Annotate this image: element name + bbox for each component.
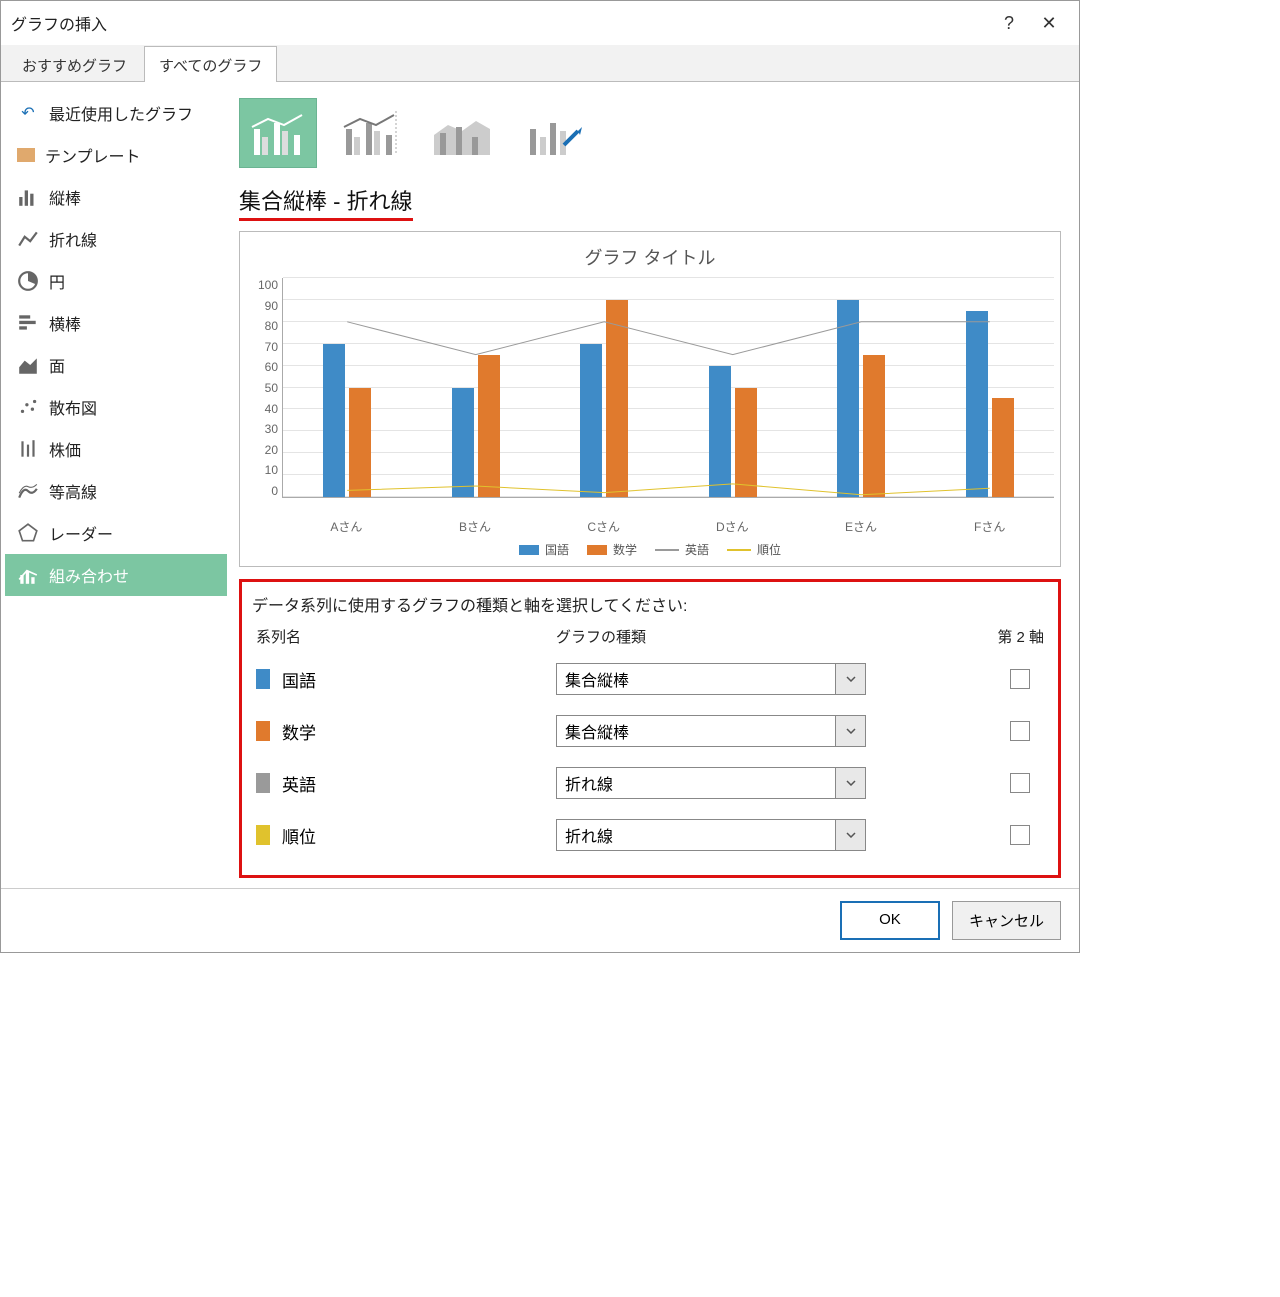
series-name: 国語 bbox=[282, 667, 316, 692]
chevron-down-icon[interactable] bbox=[835, 820, 865, 850]
sidebar-item-label: 縦棒 bbox=[49, 185, 81, 209]
sidebar-item-label: 組み合わせ bbox=[49, 563, 129, 587]
axis2-checkbox[interactable] bbox=[1010, 773, 1030, 793]
series-row: 数学 bbox=[252, 705, 1048, 757]
series-instruction: データ系列に使用するグラフの種類と軸を選択してください: bbox=[252, 590, 1048, 624]
axis2-checkbox[interactable] bbox=[1010, 669, 1030, 689]
subtype-stacked-area-column[interactable] bbox=[423, 98, 501, 168]
surface-chart-icon bbox=[17, 481, 39, 501]
series-color-swatch bbox=[256, 825, 270, 845]
sidebar-item-label: 円 bbox=[49, 269, 65, 293]
chart-type-select[interactable] bbox=[556, 819, 866, 851]
insert-chart-dialog: グラフの挿入 ? ✕ おすすめグラフ すべてのグラフ ↶ 最近使用したグラフ テ… bbox=[0, 0, 1080, 953]
sidebar-item-stock[interactable]: 株価 bbox=[5, 428, 227, 470]
sidebar-item-area[interactable]: 面 bbox=[5, 344, 227, 386]
sidebar-item-label: 面 bbox=[49, 353, 65, 377]
chart-title: グラフ タイトル bbox=[246, 240, 1054, 278]
legend: 国語数学英語順位 bbox=[246, 535, 1054, 560]
radar-chart-icon bbox=[17, 523, 39, 543]
hbar-chart-icon bbox=[17, 313, 39, 333]
sidebar-item-recent[interactable]: ↶ 最近使用したグラフ bbox=[5, 92, 227, 134]
chart-type-select[interactable] bbox=[556, 663, 866, 695]
series-name: 数学 bbox=[282, 719, 316, 744]
titlebar: グラフの挿入 ? ✕ bbox=[1, 1, 1079, 45]
sidebar-item-combo[interactable]: 組み合わせ bbox=[5, 554, 227, 596]
sidebar-item-label: テンプレート bbox=[45, 143, 141, 167]
cancel-button[interactable]: キャンセル bbox=[952, 901, 1061, 940]
chart-type-select[interactable] bbox=[556, 767, 866, 799]
sidebar-item-templates[interactable]: テンプレート bbox=[5, 134, 227, 176]
dialog-title: グラフの挿入 bbox=[11, 11, 107, 35]
sidebar-item-label: 折れ線 bbox=[49, 227, 97, 251]
dialog-footer: OK キャンセル bbox=[1, 888, 1079, 952]
tab-recommended[interactable]: おすすめグラフ bbox=[7, 46, 142, 82]
sidebar-item-label: 最近使用したグラフ bbox=[49, 101, 193, 125]
subtype-clustered-line-axis2[interactable] bbox=[331, 98, 409, 168]
series-color-swatch bbox=[256, 721, 270, 741]
chevron-down-icon[interactable] bbox=[835, 716, 865, 746]
series-config-panel: データ系列に使用するグラフの種類と軸を選択してください: 系列名 グラフの種類 … bbox=[239, 579, 1061, 878]
sidebar-item-label: 株価 bbox=[49, 437, 81, 461]
combo-chart-icon bbox=[17, 565, 39, 585]
series-row: 順位 bbox=[252, 809, 1048, 861]
stock-chart-icon bbox=[17, 439, 39, 459]
series-row: 英語 bbox=[252, 757, 1048, 809]
chart-category-list: ↶ 最近使用したグラフ テンプレート 縦棒 折れ線 円 横棒 bbox=[1, 82, 231, 888]
axis2-checkbox[interactable] bbox=[1010, 825, 1030, 845]
series-row: 国語 bbox=[252, 653, 1048, 705]
y-axis: 1009080706050403020100 bbox=[246, 278, 282, 518]
chart-type-value[interactable] bbox=[557, 716, 835, 746]
sidebar-item-label: 等高線 bbox=[49, 479, 97, 503]
chart-preview[interactable]: グラフ タイトル 1009080706050403020100 AさんBさんCさ… bbox=[239, 231, 1061, 567]
sidebar-item-scatter[interactable]: 散布図 bbox=[5, 386, 227, 428]
sidebar-item-pie[interactable]: 円 bbox=[5, 260, 227, 302]
subtype-title: 集合縦棒 - 折れ線 bbox=[239, 178, 413, 221]
tab-bar: おすすめグラフ すべてのグラフ bbox=[1, 45, 1079, 82]
scatter-chart-icon bbox=[17, 397, 39, 417]
chevron-down-icon[interactable] bbox=[835, 768, 865, 798]
ok-button[interactable]: OK bbox=[840, 901, 940, 940]
area-chart-icon bbox=[17, 355, 39, 375]
col-series-name: 系列名 bbox=[256, 626, 556, 647]
sidebar-item-surface[interactable]: 等高線 bbox=[5, 470, 227, 512]
pie-chart-icon bbox=[17, 271, 39, 291]
sidebar-item-bar[interactable]: 横棒 bbox=[5, 302, 227, 344]
x-axis: AさんBさんCさんDさんEさんFさん bbox=[246, 518, 1054, 535]
help-button[interactable]: ? bbox=[989, 9, 1029, 37]
subtype-clustered-line[interactable] bbox=[239, 98, 317, 168]
series-color-swatch bbox=[256, 773, 270, 793]
col-chart-type: グラフの種類 bbox=[556, 626, 964, 647]
folder-icon bbox=[17, 148, 35, 162]
sidebar-item-label: レーダー bbox=[49, 521, 113, 545]
col-axis2: 第 2 軸 bbox=[964, 626, 1044, 647]
sidebar-item-column[interactable]: 縦棒 bbox=[5, 176, 227, 218]
subtype-custom[interactable] bbox=[515, 98, 593, 168]
chart-type-value[interactable] bbox=[557, 768, 835, 798]
undo-icon: ↶ bbox=[17, 103, 39, 123]
sidebar-item-label: 散布図 bbox=[49, 395, 97, 419]
tab-all[interactable]: すべてのグラフ bbox=[144, 46, 277, 82]
sidebar-item-label: 横棒 bbox=[49, 311, 81, 335]
series-color-swatch bbox=[256, 669, 270, 689]
series-name: 順位 bbox=[282, 823, 316, 848]
chevron-down-icon[interactable] bbox=[835, 664, 865, 694]
bar-chart-icon bbox=[17, 187, 39, 207]
chart-type-value[interactable] bbox=[557, 820, 835, 850]
sidebar-item-line[interactable]: 折れ線 bbox=[5, 218, 227, 260]
line-chart-icon bbox=[17, 229, 39, 249]
chart-type-value[interactable] bbox=[557, 664, 835, 694]
axis2-checkbox[interactable] bbox=[1010, 721, 1030, 741]
series-name: 英語 bbox=[282, 771, 316, 796]
sidebar-item-radar[interactable]: レーダー bbox=[5, 512, 227, 554]
close-button[interactable]: ✕ bbox=[1029, 9, 1069, 37]
chart-type-select[interactable] bbox=[556, 715, 866, 747]
subtype-row bbox=[239, 94, 1061, 178]
plot-area bbox=[282, 278, 1054, 498]
